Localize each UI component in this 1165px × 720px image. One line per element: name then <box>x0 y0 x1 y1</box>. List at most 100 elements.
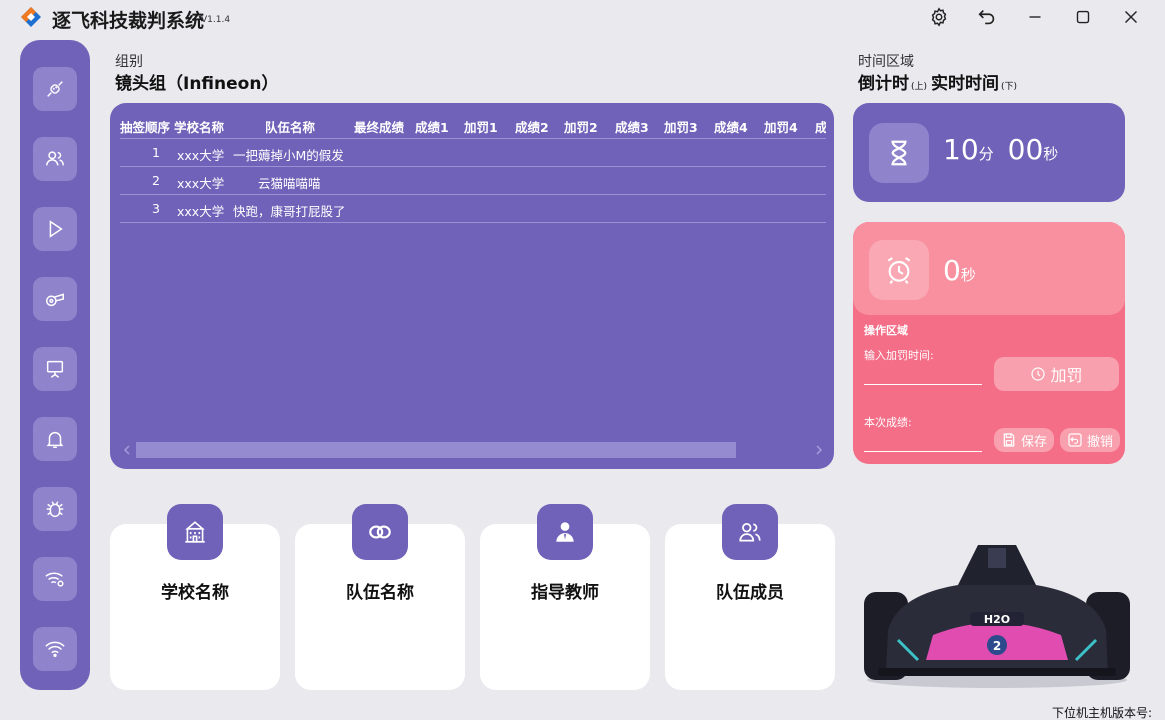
scroll-right-icon[interactable] <box>814 445 824 455</box>
cell-school: xxx大学 <box>177 176 225 191</box>
title-bar: 逐飞科技裁判系统 V1.1.4 <box>0 0 1165 36</box>
sidebar-item-presentation[interactable] <box>33 347 77 391</box>
cell-order: 1 <box>152 145 160 160</box>
undo-button[interactable] <box>976 6 998 28</box>
sidebar-item-connect[interactable] <box>33 67 77 111</box>
scroll-left-icon[interactable] <box>122 445 132 455</box>
realtime-seconds: 0 <box>943 254 961 287</box>
members-icon-box <box>722 504 778 560</box>
cell-team: 快跑，康哥打屁股了 <box>233 204 346 219</box>
column-header[interactable]: 成绩2 <box>515 117 549 136</box>
save-button[interactable]: 保存 <box>994 428 1054 452</box>
teacher-icon-box <box>537 504 593 560</box>
sidebar <box>20 40 90 690</box>
alarm-icon-box <box>869 240 929 300</box>
score-input[interactable] <box>864 451 982 452</box>
sidebar-item-debug[interactable] <box>33 487 77 531</box>
column-header[interactable]: 成 <box>815 117 826 136</box>
group-label: 组别 <box>115 54 143 70</box>
svg-text:H2O: H2O <box>984 613 1010 626</box>
penalty-label: 输入加罚时间: <box>864 349 934 362</box>
link-rings-icon <box>369 525 391 539</box>
realtime-card: 0秒 操作区域 输入加罚时间: 加罚 本次成绩: 保存 撤销 <box>853 222 1125 464</box>
close-icon <box>1125 11 1137 23</box>
sidebar-item-notifications[interactable] <box>33 417 77 461</box>
mode-realtime: 实时时间 <box>931 74 1000 94</box>
column-header[interactable]: 加罚1 <box>464 117 498 136</box>
play-icon <box>49 220 63 238</box>
teacher-icon <box>556 522 574 542</box>
cell-order: 2 <box>152 173 160 188</box>
whistle-icon <box>46 293 64 307</box>
table-row[interactable]: 3 xxx大学 快跑，康哥打屁股了 <box>120 195 826 223</box>
settings-button[interactable] <box>928 6 950 28</box>
close-button[interactable] <box>1120 6 1142 28</box>
column-header[interactable]: 成绩1 <box>415 117 449 136</box>
hourglass-icon-box <box>869 123 929 183</box>
mode-realtime-hint: (下) <box>1001 82 1018 92</box>
column-header[interactable]: 加罚2 <box>564 117 598 136</box>
penalty-input[interactable] <box>864 384 982 385</box>
school-card-title: 学校名称 <box>161 583 229 603</box>
cell-school: xxx大学 <box>177 148 225 163</box>
scrollbar-thumb[interactable] <box>136 442 736 458</box>
undo-box-icon <box>1068 433 1082 447</box>
svg-text:2: 2 <box>993 639 1001 653</box>
race-car-image: H2O 2 <box>864 545 1130 688</box>
score-label: 本次成绩: <box>864 416 912 429</box>
wifi-settings-icon <box>45 572 64 587</box>
alarm-clock-icon <box>887 257 911 284</box>
maximize-button[interactable] <box>1072 6 1094 28</box>
column-header[interactable]: 加罚3 <box>664 117 698 136</box>
members-card-title: 队伍成员 <box>716 583 784 603</box>
column-header[interactable]: 成绩4 <box>714 117 748 136</box>
minimize-icon <box>1029 16 1041 18</box>
table-row[interactable]: 2 xxx大学 云猫喵喵喵 <box>120 167 826 195</box>
sidebar-item-users[interactable] <box>33 137 77 181</box>
save-button-label: 保存 <box>1020 434 1047 450</box>
time-area-label: 时间区域 <box>858 54 914 70</box>
countdown-seconds-unit: 秒 <box>1043 145 1059 163</box>
teacher-card-title: 指导教师 <box>531 583 599 603</box>
undo-icon <box>978 9 995 25</box>
team-icon-box <box>352 504 408 560</box>
maximize-icon <box>1076 10 1090 24</box>
clock-icon <box>1031 367 1046 381</box>
realtime-display: 0秒 <box>943 254 976 287</box>
hourglass-icon <box>891 140 907 166</box>
school-icon-box <box>167 504 223 560</box>
column-header[interactable]: 加罚4 <box>764 117 798 136</box>
countdown-minutes-unit: 分 <box>978 145 994 163</box>
column-header[interactable]: 队伍名称 <box>265 117 315 136</box>
app-title: 逐飞科技裁判系统 <box>52 10 205 32</box>
undo-button-label: 撤销 <box>1086 434 1113 450</box>
group-name: 镜头组（Infineon） <box>115 74 279 94</box>
penalty-button[interactable]: 加罚 <box>994 357 1119 391</box>
countdown-seconds: 00 <box>1007 133 1044 166</box>
minimize-button[interactable] <box>1024 6 1046 28</box>
bug-icon <box>46 501 64 518</box>
cell-school: xxx大学 <box>177 204 225 219</box>
column-header[interactable]: 最终成绩 <box>354 117 404 136</box>
sidebar-item-play[interactable] <box>33 207 77 251</box>
penalty-button-label: 加罚 <box>1050 366 1083 385</box>
undo-score-button[interactable]: 撤销 <box>1060 428 1120 452</box>
mode-countdown: 倒计时 <box>858 74 909 94</box>
connect-icon <box>47 81 63 97</box>
sidebar-item-wifi-settings[interactable] <box>33 557 77 601</box>
presentation-icon <box>46 360 64 378</box>
mode-countdown-hint: (上) <box>911 82 928 92</box>
column-header[interactable]: 抽签顺序 <box>120 117 170 136</box>
horizontal-scrollbar[interactable] <box>122 442 824 458</box>
sidebar-item-whistle[interactable] <box>33 277 77 321</box>
users-icon <box>46 151 64 166</box>
school-building-icon <box>185 521 205 543</box>
table-row[interactable]: 1 xxx大学 一把薅掉小M的假发 <box>120 139 826 167</box>
time-modes: 倒计时 (上) 实时时间 (下) <box>858 69 1021 94</box>
results-table: 抽签顺序 学校名称 队伍名称 最终成绩 成绩1 加罚1 成绩2 加罚2 成绩3 … <box>110 103 834 469</box>
cell-team: 一把薅掉小M的假发 <box>233 148 344 163</box>
sidebar-item-wifi[interactable] <box>33 627 77 671</box>
app-logo-icon <box>21 7 41 27</box>
column-header[interactable]: 学校名称 <box>174 117 224 136</box>
column-header[interactable]: 成绩3 <box>615 117 649 136</box>
